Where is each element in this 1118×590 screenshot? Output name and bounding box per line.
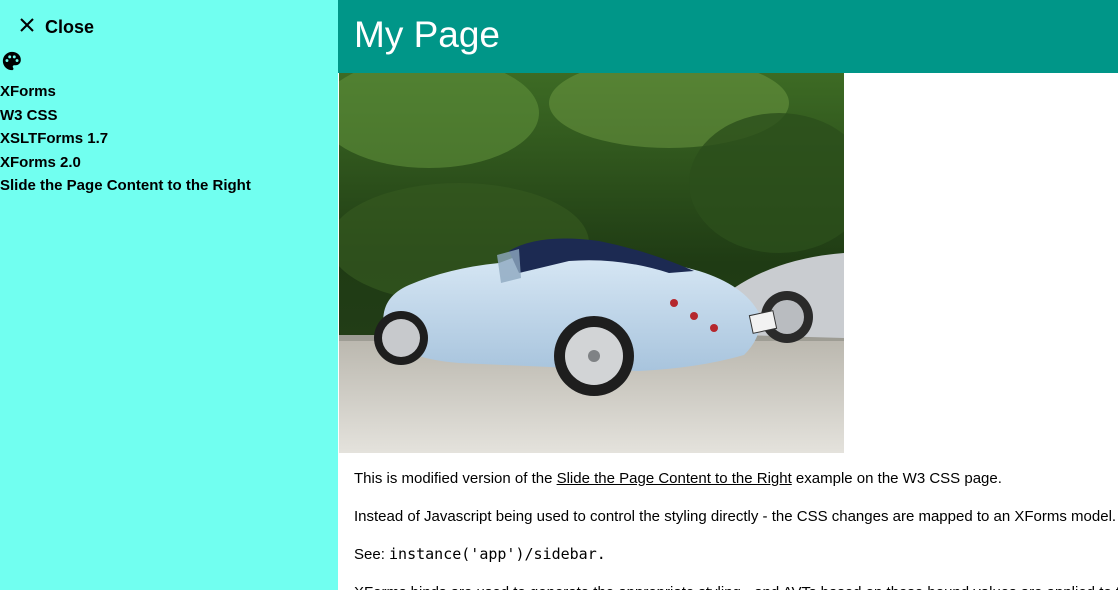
page-title: My Page <box>354 14 501 55</box>
sidebar-item-slide-page[interactable]: Slide the Page Content to the Right <box>0 174 251 198</box>
slide-page-link[interactable]: Slide the Page Content to the Right <box>557 470 792 487</box>
instance-code: instance('app')/sidebar. <box>389 545 606 563</box>
paragraph-intro: This is modified version of the Slide th… <box>354 466 1118 504</box>
intro-text-after: example on the W3 CSS page. <box>791 470 1002 487</box>
sidebar-item-xforms-2[interactable]: XForms 2.0 <box>0 151 251 175</box>
paragraph-xforms: Instead of Javascript being used to cont… <box>354 508 1117 525</box>
close-icon <box>20 18 34 32</box>
close-button[interactable]: Close <box>18 10 94 40</box>
intro-text-before: This is modified version of the <box>354 470 557 487</box>
sidebar-item-xsltforms[interactable]: XSLTForms 1.7 <box>0 127 251 151</box>
see-prefix: See: <box>354 546 390 563</box>
palette-icon[interactable] <box>1 50 23 72</box>
paragraph-binds: XForms binds are used to generate the ap… <box>354 580 1118 590</box>
sidebar-nav: XForms W3 CSS XSLTForms 1.7 XForms 2.0 S… <box>0 80 251 198</box>
article-body: This is modified version of the Slide th… <box>354 466 1118 590</box>
main-content: My Page This is modified version of the … <box>338 0 1118 590</box>
page-header: My Page <box>338 0 1118 73</box>
close-label: Close <box>45 16 95 37</box>
car-photo <box>339 73 844 453</box>
sidebar: Close XForms W3 CSS XSLTForms 1.7 XForms… <box>0 0 338 590</box>
paragraph-see: See: instance('app')/sidebar. <box>354 542 1118 580</box>
sidebar-item-w3-css[interactable]: W3 CSS <box>0 104 251 128</box>
sidebar-item-xforms[interactable]: XForms <box>0 80 251 104</box>
